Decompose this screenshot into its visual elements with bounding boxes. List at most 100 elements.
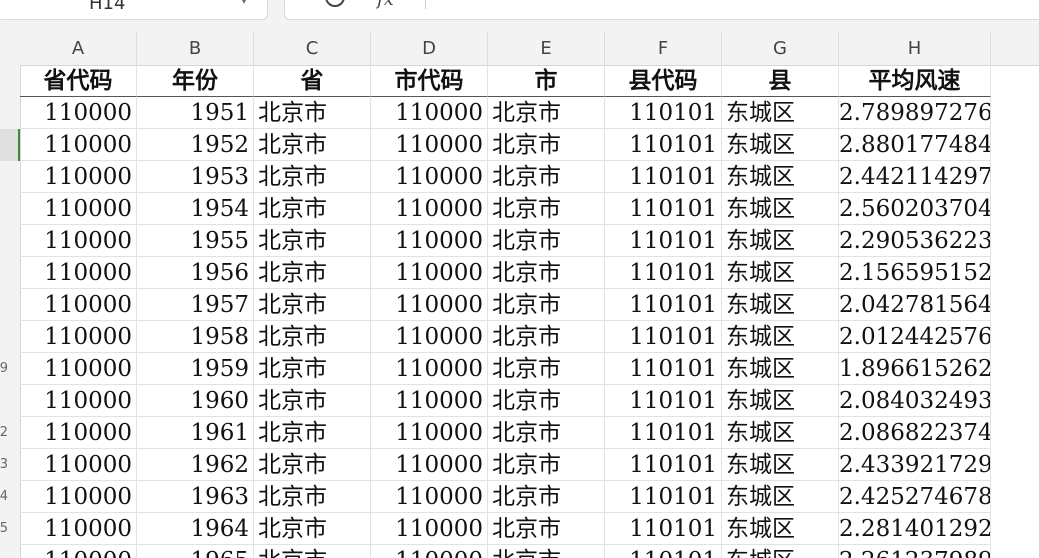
table-cell[interactable]: 东城区 <box>722 161 839 193</box>
table-cell[interactable]: 1954 <box>137 193 254 225</box>
table-cell[interactable]: 北京市 <box>254 97 371 129</box>
table-cell[interactable]: 1957 <box>137 289 254 321</box>
row-number[interactable]: 2 <box>0 425 8 440</box>
table-cell[interactable]: 110101 <box>605 385 722 417</box>
row-number[interactable]: 5 <box>0 521 8 536</box>
table-cell[interactable]: 东城区 <box>722 385 839 417</box>
column-header-f[interactable]: F <box>605 32 722 65</box>
table-cell[interactable]: 北京市 <box>488 481 605 513</box>
table-cell[interactable]: 110101 <box>605 513 722 545</box>
table-cell[interactable]: 北京市 <box>488 129 605 161</box>
table-cell[interactable]: 1955 <box>137 225 254 257</box>
table-cell[interactable]: 110000 <box>20 481 137 513</box>
table-cell[interactable]: 2.281401292 <box>839 513 991 545</box>
table-cell[interactable]: 110000 <box>371 545 488 558</box>
table-cell[interactable]: 110000 <box>20 417 137 449</box>
column-header-g[interactable]: G <box>722 32 839 65</box>
zoom-icon[interactable] <box>325 0 345 7</box>
fx-icon[interactable]: fx <box>377 0 394 10</box>
table-cell[interactable]: 东城区 <box>722 481 839 513</box>
table-cell[interactable]: 北京市 <box>254 257 371 289</box>
table-cell[interactable]: 1952 <box>137 129 254 161</box>
header-cell[interactable]: 县 <box>722 65 839 97</box>
table-cell[interactable]: 110000 <box>371 161 488 193</box>
table-cell[interactable]: 东城区 <box>722 129 839 161</box>
table-cell[interactable]: 2.442114297 <box>839 161 991 193</box>
table-cell[interactable]: 东城区 <box>722 257 839 289</box>
table-cell[interactable]: 北京市 <box>254 225 371 257</box>
table-cell[interactable]: 110101 <box>605 193 722 225</box>
table-cell[interactable]: 东城区 <box>722 97 839 129</box>
table-cell[interactable]: 110000 <box>20 225 137 257</box>
table-cell[interactable]: 1961 <box>137 417 254 449</box>
table-cell[interactable]: 东城区 <box>722 321 839 353</box>
row-number[interactable]: 9 <box>0 361 8 376</box>
table-cell[interactable]: 1951 <box>137 97 254 129</box>
table-cell[interactable]: 110000 <box>20 257 137 289</box>
table-cell[interactable]: 110101 <box>605 97 722 129</box>
column-header-b[interactable]: B <box>137 32 254 65</box>
table-cell[interactable]: 东城区 <box>722 289 839 321</box>
table-cell[interactable]: 1958 <box>137 321 254 353</box>
table-cell[interactable]: 110101 <box>605 481 722 513</box>
table-cell[interactable]: 110101 <box>605 417 722 449</box>
table-cell[interactable]: 110101 <box>605 545 722 558</box>
table-cell[interactable]: 110000 <box>20 289 137 321</box>
table-cell[interactable]: 110000 <box>371 353 488 385</box>
name-box[interactable]: H14 ▾ <box>0 0 268 20</box>
table-cell[interactable]: 110000 <box>20 449 137 481</box>
table-cell[interactable]: 110000 <box>371 289 488 321</box>
table-cell[interactable]: 110000 <box>371 385 488 417</box>
column-header-h[interactable]: H <box>839 32 991 65</box>
column-header-a[interactable]: A <box>20 32 137 65</box>
table-cell[interactable]: 1953 <box>137 161 254 193</box>
table-cell[interactable]: 北京市 <box>254 289 371 321</box>
formula-input[interactable]: fx <box>284 0 1039 20</box>
table-cell[interactable]: 110000 <box>371 193 488 225</box>
table-cell[interactable]: 2.084032493 <box>839 385 991 417</box>
table-cell[interactable]: 110101 <box>605 289 722 321</box>
table-cell[interactable]: 110101 <box>605 225 722 257</box>
table-cell[interactable]: 1963 <box>137 481 254 513</box>
table-cell[interactable]: 北京市 <box>488 321 605 353</box>
table-cell[interactable]: 北京市 <box>488 513 605 545</box>
table-cell[interactable]: 110000 <box>20 321 137 353</box>
table-cell[interactable]: 1965 <box>137 545 254 558</box>
table-cell[interactable]: 110101 <box>605 353 722 385</box>
table-cell[interactable]: 东城区 <box>722 417 839 449</box>
table-cell[interactable]: 东城区 <box>722 449 839 481</box>
column-header-d[interactable]: D <box>371 32 488 65</box>
table-cell[interactable]: 2.086822374 <box>839 417 991 449</box>
header-cell[interactable]: 市代码 <box>371 65 488 97</box>
table-cell[interactable]: 东城区 <box>722 353 839 385</box>
table-cell[interactable]: 110000 <box>20 545 137 558</box>
table-cell[interactable]: 北京市 <box>488 385 605 417</box>
table-cell[interactable]: 北京市 <box>488 449 605 481</box>
table-cell[interactable]: 2.425274678 <box>839 481 991 513</box>
table-cell[interactable]: 北京市 <box>254 545 371 558</box>
table-cell[interactable]: 110101 <box>605 129 722 161</box>
table-cell[interactable]: 110101 <box>605 257 722 289</box>
row-number[interactable]: 3 <box>0 457 8 472</box>
table-cell[interactable]: 北京市 <box>254 449 371 481</box>
table-cell[interactable]: 2.261237989 <box>839 545 991 558</box>
table-cell[interactable]: 北京市 <box>488 417 605 449</box>
table-cell[interactable]: 东城区 <box>722 513 839 545</box>
table-cell[interactable]: 2.290536223 <box>839 225 991 257</box>
table-cell[interactable]: 2.156595152 <box>839 257 991 289</box>
chevron-down-icon[interactable]: ▾ <box>241 0 247 7</box>
table-cell[interactable]: 北京市 <box>488 353 605 385</box>
table-cell[interactable]: 北京市 <box>254 481 371 513</box>
table-cell[interactable]: 北京市 <box>488 97 605 129</box>
header-cell[interactable]: 省 <box>254 65 371 97</box>
table-cell[interactable]: 北京市 <box>488 193 605 225</box>
table-cell[interactable]: 北京市 <box>488 225 605 257</box>
header-cell[interactable]: 县代码 <box>605 65 722 97</box>
table-cell[interactable]: 110000 <box>20 385 137 417</box>
table-cell[interactable]: 北京市 <box>254 129 371 161</box>
table-cell[interactable]: 北京市 <box>488 545 605 558</box>
table-cell[interactable]: 110000 <box>371 129 488 161</box>
table-cell[interactable]: 2.789897276 <box>839 97 991 129</box>
table-cell[interactable]: 110101 <box>605 449 722 481</box>
table-cell[interactable]: 1959 <box>137 353 254 385</box>
